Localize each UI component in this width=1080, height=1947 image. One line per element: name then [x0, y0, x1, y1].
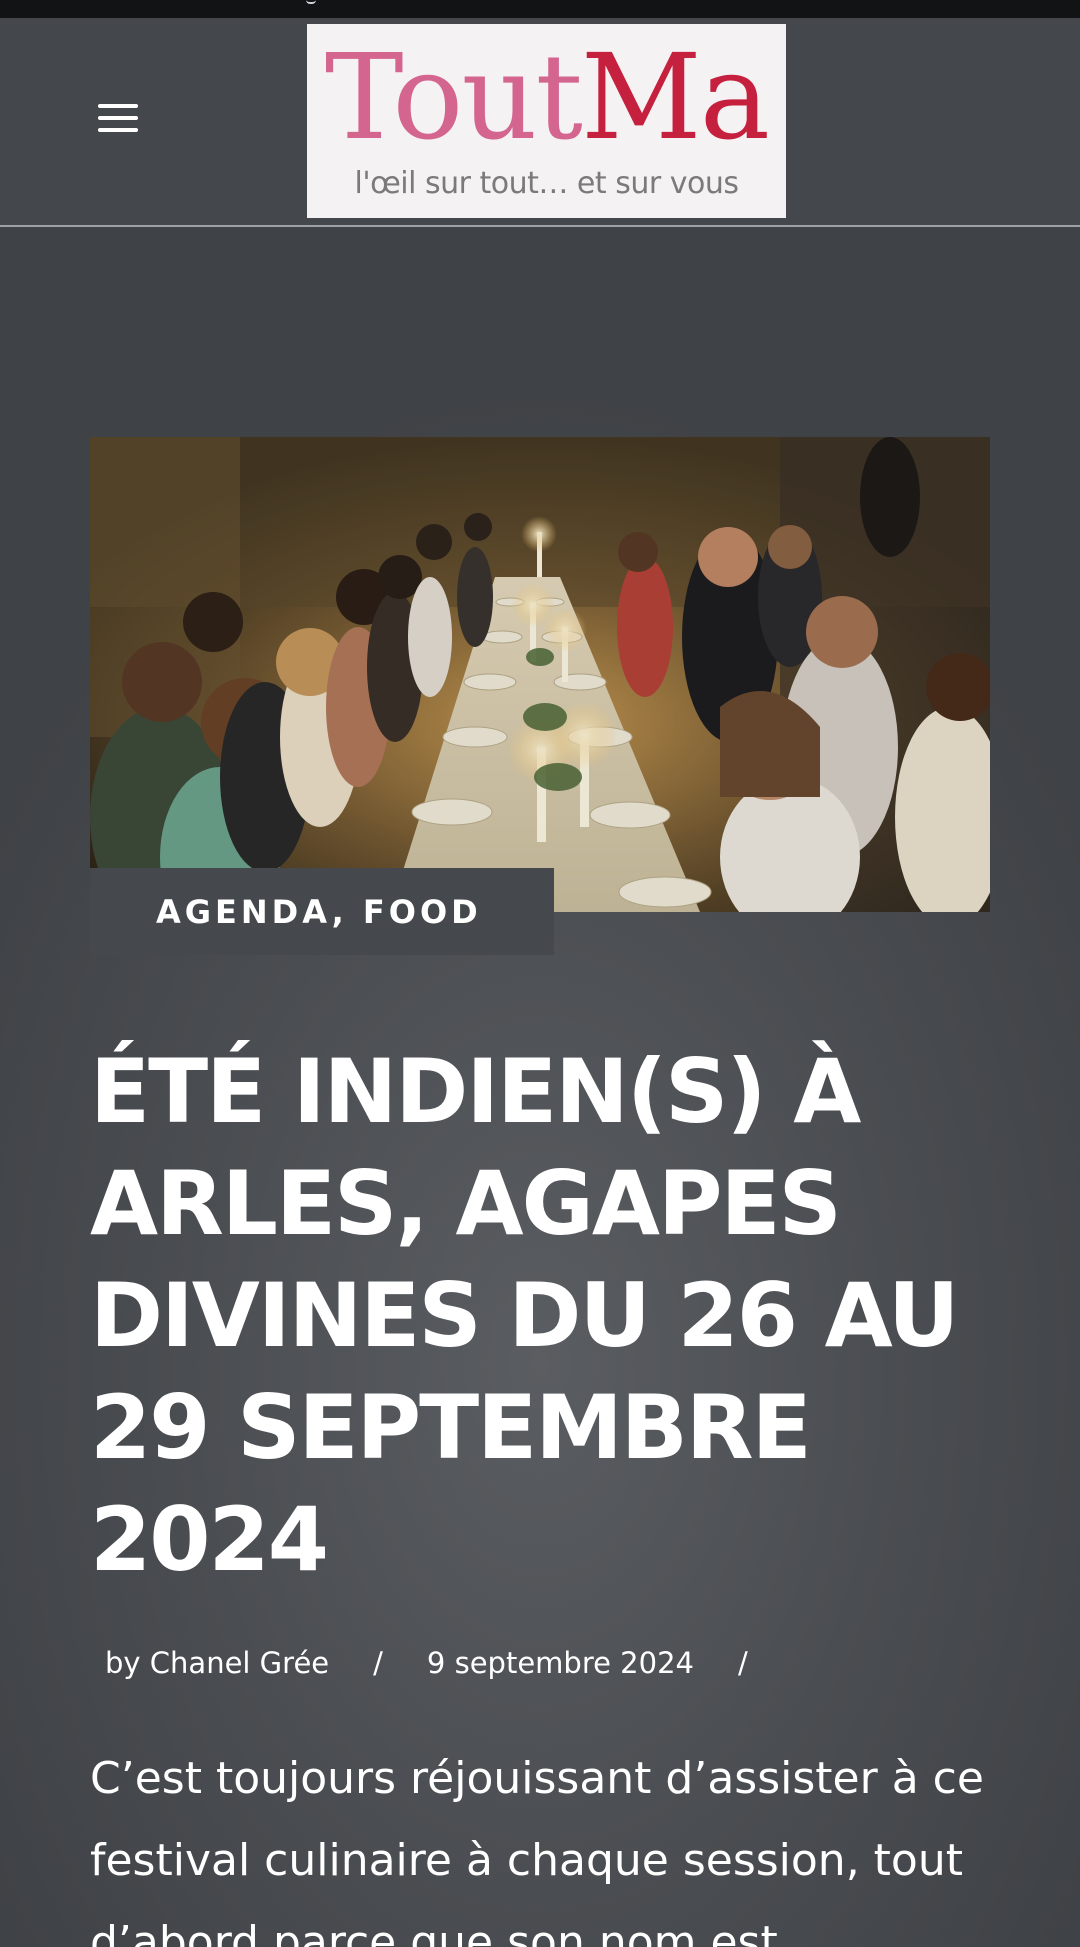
article-title[interactable]: ÉTÉ INDIEN(S) À ARLES, AGAPES DIVINES DU… [90, 1036, 990, 1596]
hamburger-menu-icon-bar [98, 104, 138, 108]
category-label-box: AGENDA, FOOD [90, 868, 554, 955]
article-hero-image[interactable] [90, 437, 990, 912]
logo-word-tout: Tout [324, 28, 583, 166]
category-links[interactable]: AGENDA, FOOD [156, 893, 482, 931]
status-indicator [306, 0, 316, 4]
meta-separator: / [737, 1646, 748, 1680]
article-meta: by Chanel Grée / 9 septembre 2024 / [105, 1646, 1005, 1680]
hamburger-menu-button[interactable] [98, 104, 142, 138]
status-strip [0, 0, 1080, 18]
site-header: ToutMa l'œil sur tout… et sur vous [0, 18, 1080, 227]
article-excerpt: C’est toujours réjouissant d’assister à … [90, 1753, 984, 1947]
site-logo[interactable]: ToutMa l'œil sur tout… et sur vous [307, 24, 786, 218]
author-link[interactable]: by Chanel Grée [105, 1646, 329, 1680]
hero-photo [90, 437, 990, 912]
logo-tagline: l'œil sur tout… et sur vous [354, 166, 739, 201]
hamburger-menu-icon-bar [98, 116, 138, 120]
publish-date: 9 septembre 2024 [426, 1646, 694, 1680]
logo-wordmark: ToutMa [325, 38, 770, 156]
meta-separator: / [373, 1646, 383, 1680]
hamburger-menu-icon-bar [98, 128, 138, 132]
logo-word-ma: Ma [580, 28, 770, 166]
